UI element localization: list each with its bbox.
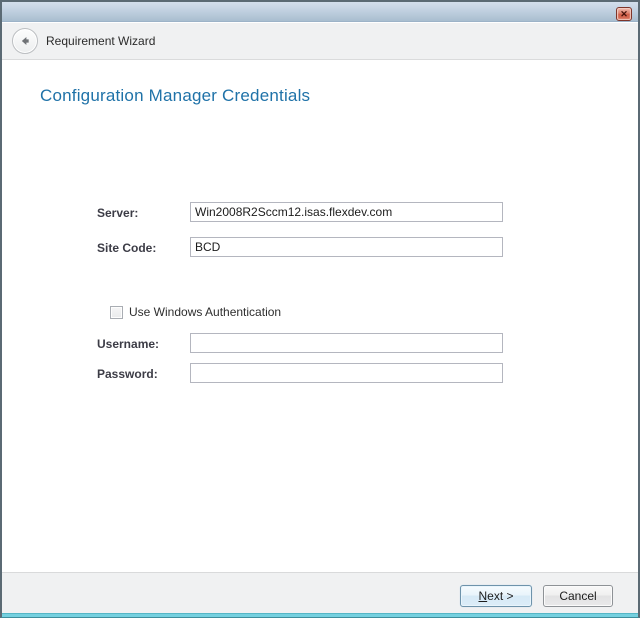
wizard-window: ✕ Requirement Wizard Configuration Manag…: [0, 0, 640, 618]
cancel-button[interactable]: Cancel: [543, 585, 613, 607]
windows-auth-row: Use Windows Authentication: [110, 305, 281, 319]
windows-auth-checkbox[interactable]: [110, 306, 123, 319]
windows-auth-label: Use Windows Authentication: [129, 305, 281, 319]
username-label: Username:: [97, 337, 187, 351]
server-label: Server:: [97, 206, 187, 220]
back-button[interactable]: [12, 28, 38, 54]
wizard-header: Requirement Wizard: [2, 23, 638, 60]
close-button[interactable]: ✕: [616, 7, 632, 21]
arrow-left-icon: [18, 34, 32, 48]
password-input[interactable]: [190, 363, 503, 383]
close-icon: ✕: [620, 9, 628, 19]
username-input[interactable]: [190, 333, 503, 353]
next-button[interactable]: Next >: [460, 585, 532, 607]
password-label: Password:: [97, 367, 187, 381]
next-button-label: ext >: [487, 589, 513, 603]
content-area: [2, 61, 638, 570]
window-bottom-edge: [2, 613, 638, 617]
next-button-accel: N: [478, 589, 487, 603]
site-code-input[interactable]: [190, 237, 503, 257]
site-code-label: Site Code:: [97, 241, 187, 255]
page-title: Configuration Manager Credentials: [40, 86, 310, 106]
server-input[interactable]: [190, 202, 503, 222]
wizard-title: Requirement Wizard: [46, 23, 155, 60]
footer-bar: Next > Cancel: [2, 572, 638, 614]
titlebar[interactable]: ✕: [2, 2, 638, 22]
